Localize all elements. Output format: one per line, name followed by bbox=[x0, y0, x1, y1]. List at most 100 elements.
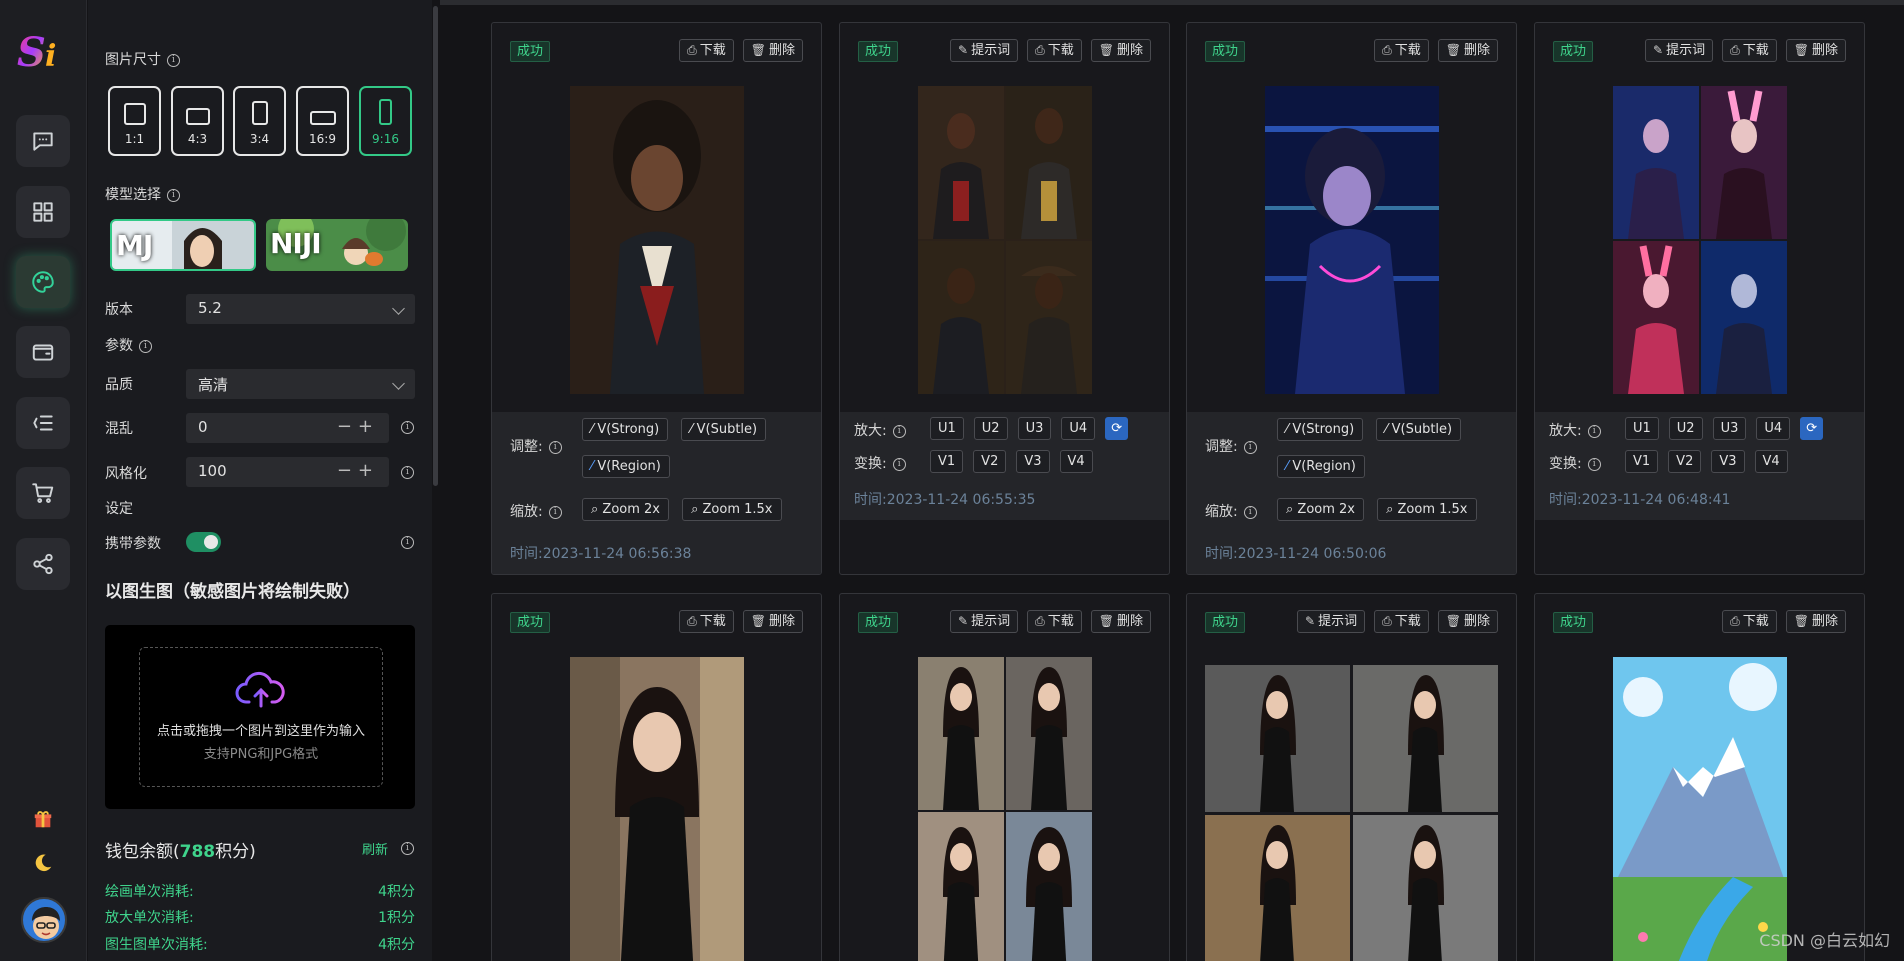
prompt-button[interactable]: ✎ 提示词 bbox=[1645, 39, 1714, 62]
model-niji[interactable]: NIJI bbox=[266, 219, 408, 271]
ratio-9-16[interactable]: 9:16 bbox=[359, 86, 412, 156]
zoom-1-5x-button[interactable]: ⌕ Zoom 1.5x bbox=[1377, 498, 1477, 521]
info-icon[interactable]: i bbox=[892, 424, 906, 438]
info-icon[interactable]: i bbox=[548, 440, 562, 454]
refresh-link[interactable]: 刷新 bbox=[362, 839, 388, 858]
upscale-u1-button[interactable]: U1 bbox=[1625, 417, 1659, 440]
delete-button[interactable]: 🗑 删除 bbox=[742, 610, 803, 633]
result-image[interactable] bbox=[1265, 86, 1439, 394]
delete-button[interactable]: 🗑 删除 bbox=[1785, 39, 1846, 62]
vary-v3-button[interactable]: V3 bbox=[1016, 450, 1050, 473]
prompt-button[interactable]: ✎ 提示词 bbox=[950, 610, 1019, 633]
info-icon[interactable]: i bbox=[139, 339, 152, 353]
vary-region-button[interactable]: ⁄ V(Region) bbox=[582, 455, 670, 478]
reroll-icon[interactable]: ⟳ bbox=[1800, 417, 1824, 440]
download-button[interactable]: ⎙ 下载 bbox=[1374, 39, 1429, 62]
vary-strong-button[interactable]: ⁄ V(Strong) bbox=[1277, 418, 1364, 441]
vary-v2-button[interactable]: V2 bbox=[1668, 450, 1702, 473]
result-image[interactable] bbox=[918, 657, 1092, 961]
ratio-16-9[interactable]: 16:9 bbox=[296, 86, 349, 156]
user-avatar[interactable] bbox=[21, 897, 67, 943]
info-icon[interactable]: i bbox=[167, 53, 180, 67]
ratio-1-1[interactable]: 1:1 bbox=[108, 86, 161, 156]
info-icon[interactable]: i bbox=[167, 188, 180, 202]
ratio-4-3[interactable]: 4:3 bbox=[171, 86, 224, 156]
image-upload-area[interactable]: 点击或拖拽一个图片到这里作为输入 支持PNG和JPG格式 bbox=[105, 625, 415, 809]
upscale-u1-button[interactable]: U1 bbox=[930, 417, 964, 440]
vary-subtle-button[interactable]: ⁄ V(Subtle) bbox=[681, 418, 767, 441]
delete-button[interactable]: 🗑 删除 bbox=[1090, 610, 1151, 633]
download-button[interactable]: ⎙ 下载 bbox=[1374, 610, 1429, 633]
upscale-u4-button[interactable]: U4 bbox=[1061, 417, 1096, 440]
upscale-u3-button[interactable]: U3 bbox=[1017, 417, 1052, 440]
info-icon[interactable]: i bbox=[401, 421, 414, 434]
nav-list[interactable] bbox=[16, 397, 70, 449]
nav-wallet[interactable] bbox=[16, 326, 70, 378]
vary-v1-button[interactable]: V1 bbox=[1625, 450, 1659, 473]
zoom-2x-button[interactable]: ⌕ Zoom 2x bbox=[582, 498, 669, 521]
upscale-u2-button[interactable]: U2 bbox=[1668, 417, 1703, 440]
chaos-stepper[interactable]: 0 −+ bbox=[186, 413, 389, 443]
info-icon[interactable]: i bbox=[1587, 424, 1601, 438]
settings-scrollbar[interactable] bbox=[433, 6, 438, 486]
download-button[interactable]: ⎙ 下载 bbox=[1027, 39, 1082, 62]
download-button[interactable]: ⎙ 下载 bbox=[1722, 610, 1777, 633]
upscale-u3-button[interactable]: U3 bbox=[1712, 417, 1747, 440]
model-mj[interactable]: MJ bbox=[110, 219, 256, 271]
vary-v1-button[interactable]: V1 bbox=[930, 450, 964, 473]
info-icon[interactable]: i bbox=[1243, 505, 1257, 519]
gift-icon[interactable] bbox=[30, 806, 56, 832]
vary-v2-button[interactable]: V2 bbox=[973, 450, 1007, 473]
info-icon[interactable]: i bbox=[1243, 440, 1257, 454]
prompt-button[interactable]: ✎ 提示词 bbox=[1297, 610, 1366, 633]
quality-select[interactable]: 高清 bbox=[186, 369, 415, 399]
vary-strong-button[interactable]: ⁄ V(Strong) bbox=[582, 418, 669, 441]
upscale-u4-button[interactable]: U4 bbox=[1756, 417, 1791, 440]
upscale-u2-button[interactable]: U2 bbox=[973, 417, 1008, 440]
info-icon[interactable]: i bbox=[1587, 457, 1601, 471]
delete-button[interactable]: 🗑 删除 bbox=[1090, 39, 1151, 62]
download-button[interactable]: ⎙ 下载 bbox=[679, 39, 734, 62]
logo-icon[interactable]: S i bbox=[15, 26, 71, 76]
stepper-buttons[interactable]: −+ bbox=[337, 416, 379, 437]
delete-button[interactable]: 🗑 删除 bbox=[1437, 610, 1498, 633]
vary-region-button[interactable]: ⁄ V(Region) bbox=[1277, 455, 1365, 478]
delete-button[interactable]: 🗑 删除 bbox=[1785, 610, 1846, 633]
info-icon[interactable]: i bbox=[548, 505, 562, 519]
info-icon[interactable]: i bbox=[401, 466, 414, 479]
nav-share[interactable] bbox=[16, 538, 70, 590]
nav-chat[interactable] bbox=[16, 115, 70, 167]
result-image[interactable] bbox=[918, 86, 1092, 394]
download-button[interactable]: ⎙ 下载 bbox=[1722, 39, 1777, 62]
download-button[interactable]: ⎙ 下载 bbox=[679, 610, 734, 633]
result-image[interactable] bbox=[1613, 86, 1787, 394]
vary-v3-button[interactable]: V3 bbox=[1711, 450, 1745, 473]
ratio-3-4[interactable]: 3:4 bbox=[233, 86, 286, 156]
moon-icon[interactable] bbox=[30, 850, 56, 876]
download-button[interactable]: ⎙ 下载 bbox=[1027, 610, 1082, 633]
delete-button[interactable]: 🗑 删除 bbox=[742, 39, 803, 62]
zoom-2x-button[interactable]: ⌕ Zoom 2x bbox=[1277, 498, 1364, 521]
apps-icon bbox=[33, 202, 53, 222]
nav-draw[interactable] bbox=[16, 256, 70, 308]
vary-v4-button[interactable]: V4 bbox=[1754, 450, 1788, 473]
prompt-button[interactable]: ✎ 提示词 bbox=[950, 39, 1019, 62]
reroll-icon[interactable]: ⟳ bbox=[1105, 417, 1129, 440]
result-image[interactable] bbox=[1613, 657, 1787, 961]
result-image[interactable] bbox=[1205, 665, 1498, 961]
result-image[interactable] bbox=[570, 86, 744, 394]
version-select[interactable]: 5.2 bbox=[186, 294, 415, 324]
stylize-stepper[interactable]: 100 −+ bbox=[186, 457, 389, 487]
nav-apps[interactable] bbox=[16, 186, 70, 238]
delete-button[interactable]: 🗑 删除 bbox=[1437, 39, 1498, 62]
info-icon[interactable]: i bbox=[401, 536, 414, 549]
carry-params-toggle[interactable] bbox=[186, 532, 221, 552]
vary-subtle-button[interactable]: ⁄ V(Subtle) bbox=[1376, 418, 1462, 441]
stepper-buttons[interactable]: −+ bbox=[337, 460, 379, 481]
result-image[interactable] bbox=[570, 657, 744, 961]
info-icon[interactable]: i bbox=[892, 457, 906, 471]
info-icon[interactable]: i bbox=[401, 842, 414, 855]
nav-shop[interactable] bbox=[16, 467, 70, 519]
zoom-1-5x-button[interactable]: ⌕ Zoom 1.5x bbox=[682, 498, 782, 521]
vary-v4-button[interactable]: V4 bbox=[1059, 450, 1093, 473]
